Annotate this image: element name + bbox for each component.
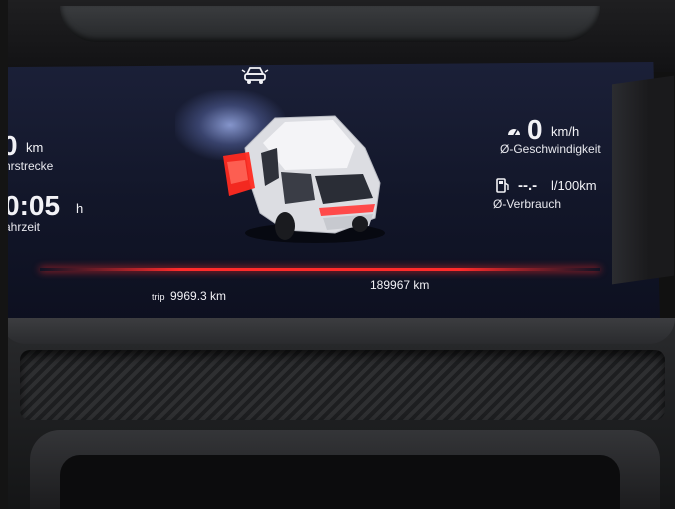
- avg-consumption-label: Ø-Verbrauch: [493, 197, 562, 211]
- trip-odometer-value: 9969.3 km: [170, 289, 227, 303]
- trip-time-label: ahrzeit: [4, 220, 41, 234]
- photo-left-edge: [0, 0, 8, 509]
- vehicle-door-open-illustration: [223, 115, 385, 243]
- trip-time-value: 0:05: [4, 190, 61, 221]
- trip-distance-label: hrstrecke: [4, 159, 54, 173]
- speedometer-icon: [508, 129, 520, 136]
- dashboard-vent: [60, 6, 600, 42]
- avg-consumption-unit: l/100km: [551, 178, 597, 193]
- screen-frame-right: [612, 75, 674, 285]
- car-assist-icon: [241, 67, 269, 84]
- trip-distance-unit: km: [26, 140, 44, 155]
- total-odometer: 189967 km: [370, 278, 430, 292]
- screen-hood-lip: [0, 318, 675, 344]
- dashboard-slot: [60, 455, 620, 509]
- textured-tray: [20, 350, 665, 420]
- trip-prefix: trip: [152, 292, 165, 302]
- avg-speed-unit: km/h: [551, 124, 580, 139]
- dashboard-photo: 0 km hrstrecke 0:05 h ahrzeit 0 km/h Ø-G…: [0, 0, 675, 509]
- avg-speed-label: Ø-Geschwindigkeit: [500, 142, 601, 156]
- fuel-pump-icon: [496, 178, 509, 193]
- trip-time-unit: h: [76, 201, 84, 216]
- avg-consumption-value: --.-: [518, 177, 538, 194]
- accent-red-line: [40, 268, 600, 271]
